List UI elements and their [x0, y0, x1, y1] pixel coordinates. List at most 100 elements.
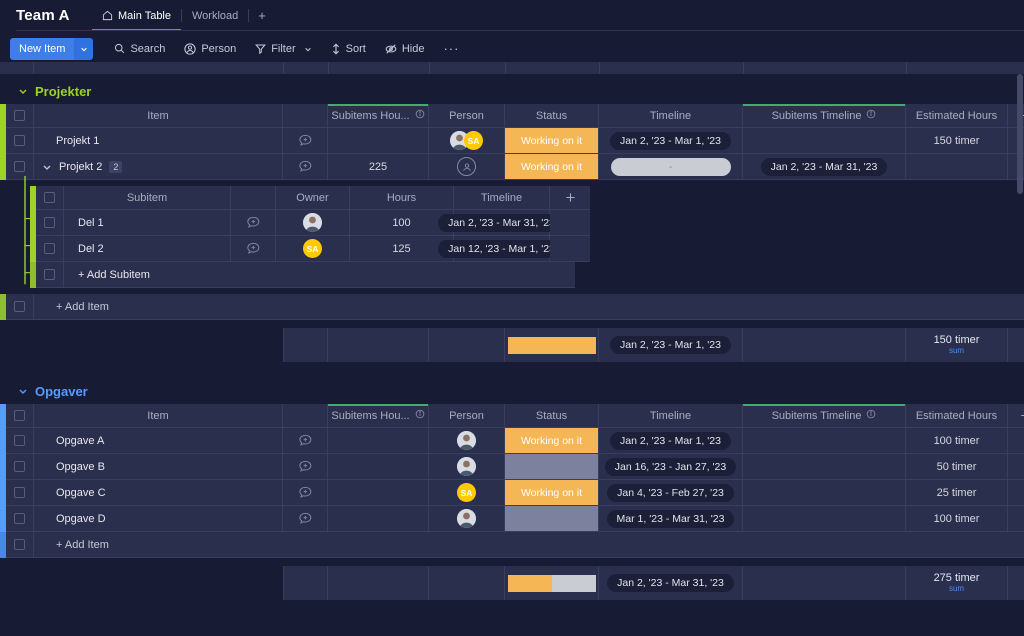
- add-subitem-row[interactable]: + Add Subitem: [30, 262, 586, 288]
- column-header-estimated-hours[interactable]: Estimated Hours: [906, 104, 1008, 128]
- column-header-subitem[interactable]: Subitem: [64, 186, 231, 210]
- column-header-hours[interactable]: Hours: [350, 186, 454, 210]
- cell-person[interactable]: [429, 154, 505, 180]
- column-header-person[interactable]: Person: [429, 404, 505, 428]
- column-header-subitems-hours[interactable]: Subitems Hou...: [328, 404, 429, 428]
- cell-status[interactable]: Working on it: [505, 428, 599, 454]
- column-header-estimated-hours[interactable]: Estimated Hours: [906, 404, 1008, 428]
- add-subitem-column-button[interactable]: [550, 186, 590, 210]
- cell-estimated-hours[interactable]: 25 timer: [906, 480, 1008, 506]
- cell-subitems-hours[interactable]: [328, 506, 429, 532]
- tab-main-table[interactable]: Main Table: [92, 0, 181, 31]
- table-row[interactable]: Opgave D Mar 1, '23 - Mar 31, '23 100 ti…: [0, 506, 1024, 532]
- person-filter-button[interactable]: Person: [176, 37, 244, 61]
- subitem-row-checkbox[interactable]: [36, 236, 64, 262]
- table-row[interactable]: Opgave A Working on it Jan 2, '23 - Mar …: [0, 428, 1024, 454]
- cell-subitems-timeline[interactable]: [743, 480, 906, 506]
- column-header-status[interactable]: Status: [505, 104, 599, 128]
- cell-subitems-timeline[interactable]: Jan 2, '23 - Mar 31, '23: [743, 154, 906, 180]
- column-header-owner[interactable]: Owner: [276, 186, 350, 210]
- cell-timeline[interactable]: Mar 1, '23 - Mar 31, '23: [599, 506, 743, 532]
- cell-subitems-timeline[interactable]: [743, 428, 906, 454]
- cell-estimated-hours[interactable]: 100 timer: [906, 428, 1008, 454]
- cell-owner[interactable]: SA: [276, 236, 350, 262]
- cell-item-name[interactable]: Opgave C: [34, 480, 283, 506]
- chevron-down-icon[interactable]: [18, 86, 28, 96]
- cell-status[interactable]: Working on it: [505, 154, 599, 180]
- cell-item-name[interactable]: Projekt 2 2: [34, 154, 283, 180]
- cell-subitems-hours[interactable]: [328, 128, 429, 154]
- subitem-updates-button[interactable]: [231, 236, 276, 262]
- cell-subitem-timeline[interactable]: Jan 12, '23 - Mar 1, '23: [438, 236, 565, 262]
- column-header-status[interactable]: Status: [505, 404, 599, 428]
- cell-subitems-timeline[interactable]: [743, 454, 906, 480]
- cell-timeline[interactable]: -: [599, 154, 743, 180]
- cell-estimated-hours[interactable]: 50 timer: [906, 454, 1008, 480]
- add-item-row-opgaver[interactable]: + Add Item: [0, 532, 1024, 558]
- column-header-item[interactable]: Item: [34, 404, 283, 428]
- column-header-timeline[interactable]: Timeline: [599, 104, 743, 128]
- group-title[interactable]: Projekter: [35, 84, 91, 99]
- expand-subitems-icon[interactable]: [42, 162, 52, 172]
- cell-owner[interactable]: [276, 210, 350, 236]
- column-header-subitems-timeline[interactable]: Subitems Timeline: [743, 404, 906, 428]
- table-row[interactable]: Projekt 1 SA Working on it Jan 2, '23 - …: [0, 128, 1024, 154]
- cell-status[interactable]: [505, 454, 599, 480]
- select-all-checkbox[interactable]: [6, 104, 34, 128]
- cell-timeline[interactable]: Jan 16, '23 - Jan 27, '23: [599, 454, 743, 480]
- column-header-item[interactable]: Item: [34, 104, 283, 128]
- column-header-subitems-timeline[interactable]: Subitems Timeline: [743, 104, 906, 128]
- filter-button[interactable]: Filter: [247, 37, 319, 61]
- subitem-row[interactable]: Del 2 SA 125 Jan 12, '23 - Mar 1, '23: [30, 236, 590, 262]
- search-button[interactable]: Search: [106, 37, 173, 61]
- cell-status[interactable]: Working on it: [505, 480, 599, 506]
- add-view-button[interactable]: +: [249, 8, 275, 23]
- cell-item-name[interactable]: Opgave D: [34, 506, 283, 532]
- cell-estimated-hours[interactable]: 150 timer: [906, 128, 1008, 154]
- cell-person[interactable]: [429, 454, 505, 480]
- cell-subitems-hours[interactable]: [328, 480, 429, 506]
- subitem-row-checkbox[interactable]: [36, 210, 64, 236]
- table-row[interactable]: Opgave C SA Working on it Jan 4, '23 - F…: [0, 480, 1024, 506]
- add-item-button[interactable]: + Add Item: [34, 532, 1024, 558]
- cell-timeline[interactable]: Jan 4, '23 - Feb 27, '23: [599, 480, 743, 506]
- cell-person[interactable]: SA: [429, 128, 505, 154]
- cell-person[interactable]: [429, 428, 505, 454]
- cell-subitem-name[interactable]: Del 1: [64, 210, 231, 236]
- chevron-down-icon[interactable]: [18, 386, 28, 396]
- cell-item-name[interactable]: Projekt 1: [34, 128, 283, 154]
- column-header-subitem-timeline[interactable]: Timeline: [454, 186, 550, 210]
- hide-button[interactable]: Hide: [377, 37, 433, 61]
- updates-button[interactable]: [283, 128, 328, 154]
- row-checkbox[interactable]: [6, 454, 34, 480]
- row-checkbox[interactable]: [6, 128, 34, 154]
- updates-button[interactable]: [283, 154, 328, 180]
- subitem-select-all-checkbox[interactable]: [36, 186, 64, 210]
- row-checkbox[interactable]: [6, 506, 34, 532]
- cell-subitem-timeline[interactable]: Jan 2, '23 - Mar 31, '23: [438, 210, 565, 236]
- group-title[interactable]: Opgaver: [35, 384, 88, 399]
- updates-button[interactable]: [283, 428, 328, 454]
- row-checkbox[interactable]: [6, 428, 34, 454]
- cell-timeline[interactable]: Jan 2, '23 - Mar 1, '23: [599, 428, 743, 454]
- updates-button[interactable]: [283, 454, 328, 480]
- info-icon[interactable]: [866, 409, 876, 422]
- cell-subitems-timeline[interactable]: [743, 128, 906, 154]
- updates-button[interactable]: [283, 480, 328, 506]
- vertical-scrollbar[interactable]: [1017, 74, 1023, 194]
- cell-estimated-hours[interactable]: 100 timer: [906, 506, 1008, 532]
- table-row[interactable]: Projekt 2 2 225 Working on it - Jan 2, '…: [0, 154, 1024, 180]
- add-item-row-projekter[interactable]: + Add Item: [0, 294, 1024, 320]
- cell-status[interactable]: Working on it: [505, 128, 599, 154]
- cell-status[interactable]: [505, 506, 599, 532]
- table-row[interactable]: Opgave B Jan 16, '23 - Jan 27, '23 50 ti…: [0, 454, 1024, 480]
- cell-subitems-hours[interactable]: [328, 454, 429, 480]
- cell-person[interactable]: SA: [429, 480, 505, 506]
- chevron-down-icon[interactable]: [74, 37, 94, 60]
- add-item-button[interactable]: + Add Item: [34, 294, 1024, 320]
- row-checkbox[interactable]: [6, 480, 34, 506]
- cell-item-name[interactable]: Opgave B: [34, 454, 283, 480]
- subitem-row[interactable]: Del 1 100 Jan 2, '23 - Mar 31, '23: [30, 210, 590, 236]
- cell-subitems-timeline[interactable]: [743, 506, 906, 532]
- cell-subitems-hours[interactable]: 225: [328, 154, 429, 180]
